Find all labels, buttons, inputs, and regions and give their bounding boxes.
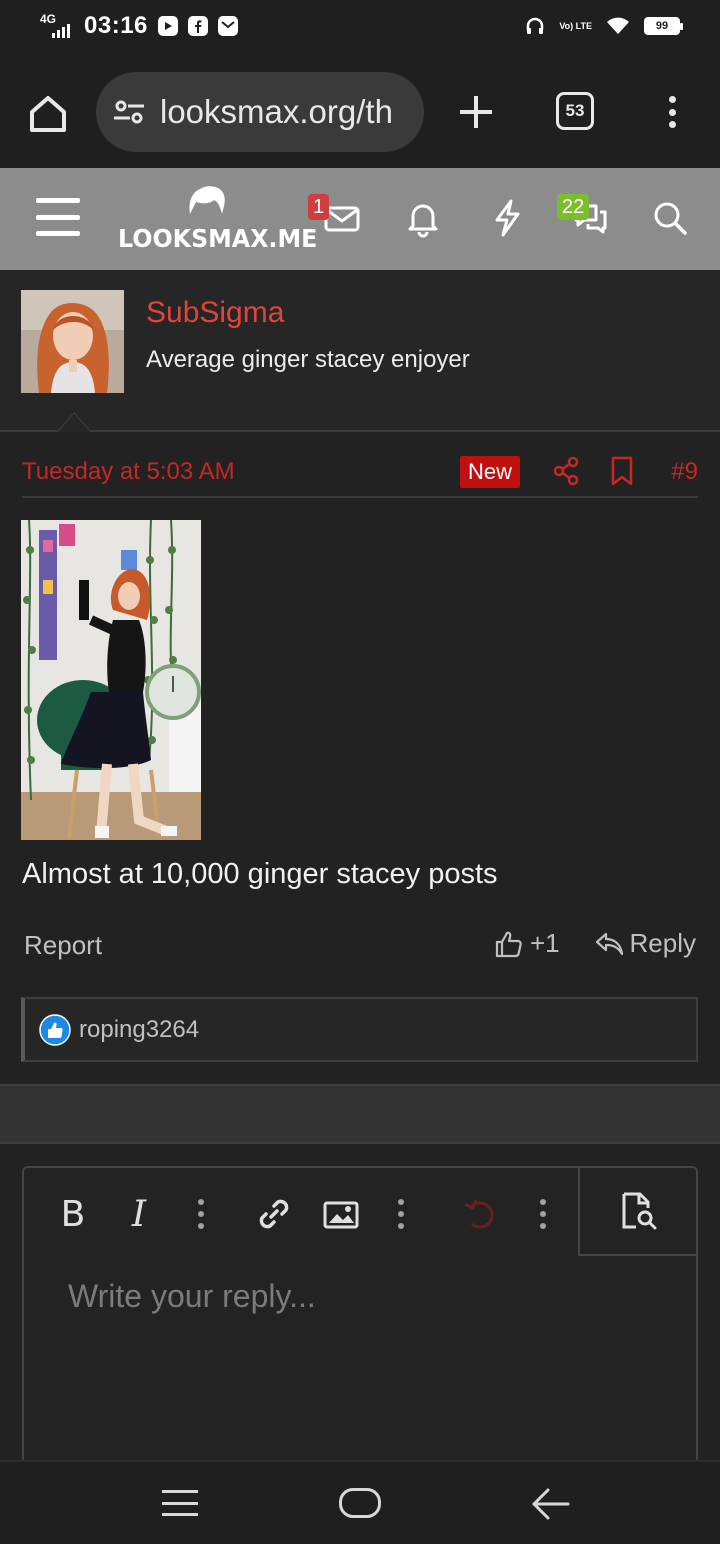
site-logo[interactable]: LOOKSMAX.ME — [118, 184, 317, 254]
post-image[interactable] — [21, 520, 201, 840]
like-reaction-icon — [39, 1013, 71, 1046]
recents-icon[interactable] — [162, 1490, 198, 1516]
home-button-icon[interactable] — [339, 1488, 381, 1518]
reactions-bar[interactable]: roping3264 — [21, 997, 698, 1062]
logo-wordmark: LOOKSMAX.ME — [118, 224, 318, 253]
reply-icon — [595, 932, 623, 955]
editor-toolbar: B I — [24, 1168, 580, 1254]
reply-button[interactable]: Reply — [594, 928, 696, 959]
browser-menu-icon[interactable] — [660, 92, 684, 132]
avatar[interactable] — [21, 290, 124, 393]
post-body: Almost at 10,000 ginger stacey posts — [22, 858, 498, 890]
link-icon[interactable] — [254, 1194, 294, 1234]
address-bar[interactable]: looksmax.org/th — [96, 72, 424, 152]
italic-button[interactable]: I — [124, 1194, 154, 1235]
post-actions: Report +1 Reply — [24, 928, 696, 968]
facebook-icon — [187, 16, 208, 36]
post: Tuesday at 5:03 AM New #9 Almost at 10,0… — [0, 432, 720, 1084]
more-insert-options-icon[interactable] — [396, 1194, 406, 1234]
author-name[interactable]: SubSigma — [146, 296, 284, 330]
youtube-icon — [157, 16, 178, 36]
like-count: +1 — [530, 928, 560, 958]
url-text: looksmax.org/th — [160, 93, 393, 130]
thumbs-up-icon — [495, 931, 522, 957]
tab-switcher-button[interactable]: 53 — [556, 92, 594, 130]
new-badge: New — [460, 456, 521, 488]
share-icon[interactable] — [552, 456, 580, 486]
back-icon[interactable] — [530, 1486, 570, 1522]
preview-button[interactable] — [578, 1168, 696, 1256]
more-text-options-icon[interactable] — [196, 1194, 206, 1234]
site-settings-icon[interactable] — [112, 98, 146, 126]
reaction-user[interactable]: roping3264 — [79, 1016, 199, 1044]
headphones-icon — [527, 17, 544, 34]
post-date[interactable]: Tuesday at 5:03 AM — [22, 458, 235, 486]
lightning-icon[interactable] — [487, 198, 527, 238]
post-author: SubSigma Average ginger stacey enjoyer — [0, 270, 720, 432]
bell-icon[interactable] — [403, 198, 443, 238]
post-meta: Tuesday at 5:03 AM New #9 — [22, 454, 698, 498]
post-number[interactable]: #9 — [671, 458, 698, 486]
clock: 03:16 — [84, 12, 148, 39]
reply-editor: B I — [22, 1166, 698, 1466]
preview-icon — [622, 1192, 657, 1230]
image-icon[interactable] — [322, 1194, 360, 1234]
logo-hair-icon — [189, 186, 225, 215]
reply-label: Reply — [629, 928, 696, 958]
more-options-icon[interactable] — [538, 1194, 548, 1234]
home-icon[interactable] — [26, 92, 70, 136]
site-header: LOOKSMAX.ME 1 22 — [0, 168, 720, 270]
battery-icon: 99 — [644, 17, 683, 35]
chat-badge: 22 — [557, 194, 590, 220]
gmail-icon — [217, 16, 238, 36]
system-navigation-bar — [0, 1460, 720, 1544]
status-bar: 4G 03:16 Vo) LTE 99 — [0, 0, 720, 56]
report-link[interactable]: Report — [24, 930, 102, 961]
volte-icon: Vo) LTE — [559, 20, 592, 31]
browser-toolbar: looksmax.org/th 53 — [0, 56, 720, 168]
post-pointer — [56, 412, 92, 432]
bold-button[interactable]: B — [58, 1194, 88, 1235]
section-divider — [0, 1084, 720, 1144]
like-button[interactable]: +1 — [494, 928, 560, 959]
author-title: Average ginger stacey enjoyer — [146, 346, 470, 373]
undo-icon[interactable] — [462, 1194, 502, 1234]
inbox-badge: 1 — [308, 194, 330, 220]
new-tab-icon[interactable] — [456, 92, 496, 132]
bookmark-icon[interactable] — [610, 456, 634, 486]
reply-input[interactable] — [68, 1278, 648, 1315]
menu-icon[interactable] — [36, 198, 80, 236]
wifi-icon — [607, 17, 629, 34]
search-icon[interactable] — [650, 198, 690, 238]
signal-icon: 4G — [40, 12, 74, 40]
